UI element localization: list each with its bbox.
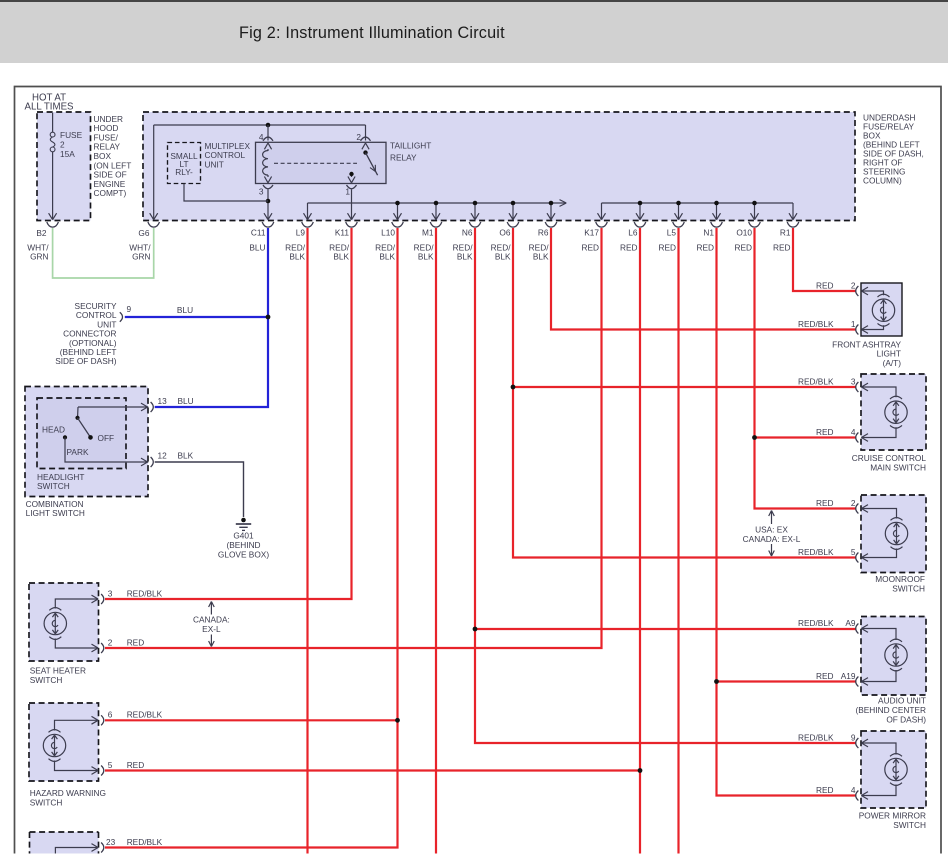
svg-text:SWITCH: SWITCH — [30, 797, 63, 807]
svg-text:RELAY: RELAY — [390, 152, 417, 162]
svg-text:4: 4 — [851, 785, 856, 795]
svg-text:RED/BLK: RED/BLK — [798, 618, 834, 628]
svg-text:GRN: GRN — [132, 252, 150, 262]
svg-text:RED: RED — [816, 671, 834, 681]
svg-text:BLK: BLK — [418, 252, 434, 262]
svg-text:3: 3 — [851, 376, 856, 386]
svg-text:CANADA: EX-L: CANADA: EX-L — [743, 534, 801, 544]
svg-text:MAIN SWITCH: MAIN SWITCH — [870, 462, 926, 472]
svg-text:3: 3 — [108, 588, 113, 598]
svg-text:BLU: BLU — [177, 305, 193, 315]
svg-text:LIGHT SWITCH: LIGHT SWITCH — [26, 508, 85, 518]
svg-text:HEAD: HEAD — [42, 425, 65, 435]
svg-text:2: 2 — [356, 132, 361, 142]
svg-text:RED: RED — [581, 242, 599, 252]
svg-text:O10: O10 — [736, 228, 752, 238]
svg-text:R6: R6 — [538, 228, 549, 238]
svg-text:RED: RED — [816, 785, 834, 795]
svg-text:RED/BLK: RED/BLK — [798, 547, 834, 557]
svg-text:PARK: PARK — [67, 447, 89, 457]
svg-text:L6: L6 — [628, 228, 638, 238]
svg-text:23: 23 — [106, 837, 116, 847]
svg-text:B2: B2 — [36, 228, 47, 238]
svg-text:13: 13 — [158, 396, 168, 406]
svg-text:BLK: BLK — [289, 252, 305, 262]
svg-text:9: 9 — [851, 732, 856, 742]
svg-text:EX-L: EX-L — [202, 624, 221, 634]
svg-text:BLK: BLK — [533, 252, 549, 262]
svg-text:BLU: BLU — [178, 396, 194, 406]
svg-text:K17: K17 — [584, 228, 599, 238]
svg-text:N1: N1 — [703, 228, 714, 238]
svg-text:RED/BLK: RED/BLK — [127, 710, 163, 720]
svg-text:3: 3 — [259, 186, 264, 196]
svg-text:RED: RED — [734, 242, 752, 252]
svg-text:RED/BLK: RED/BLK — [798, 732, 834, 742]
svg-text:C11: C11 — [251, 228, 266, 238]
svg-text:RED: RED — [816, 427, 834, 437]
svg-text:RED: RED — [773, 242, 791, 252]
svg-text:4: 4 — [259, 132, 264, 142]
svg-text:GRN: GRN — [30, 252, 48, 262]
svg-text:4: 4 — [851, 427, 856, 437]
svg-text:SIDE OF DASH): SIDE OF DASH) — [55, 356, 117, 366]
svg-text:RED: RED — [620, 242, 638, 252]
svg-text:1: 1 — [851, 319, 856, 329]
svg-text:RED/BLK: RED/BLK — [127, 837, 163, 847]
svg-text:BLK: BLK — [333, 252, 349, 262]
svg-text:SWITCH: SWITCH — [893, 820, 926, 830]
svg-text:RED/BLK: RED/BLK — [798, 376, 834, 386]
svg-text:TAILLIGHT: TAILLIGHT — [390, 141, 431, 151]
svg-text:15A: 15A — [60, 149, 75, 159]
svg-text:A19: A19 — [841, 671, 856, 681]
svg-text:OFF: OFF — [98, 433, 115, 443]
svg-text:6: 6 — [108, 710, 113, 720]
svg-text:SWITCH: SWITCH — [892, 583, 925, 593]
svg-text:2: 2 — [851, 280, 856, 290]
svg-text:RED: RED — [816, 280, 834, 290]
svg-text:RED/BLK: RED/BLK — [127, 588, 163, 598]
svg-text:L9: L9 — [296, 228, 306, 238]
svg-text:SWITCH: SWITCH — [30, 675, 63, 685]
svg-text:SEAT HEATER: SEAT HEATER — [30, 665, 86, 675]
svg-text:RED: RED — [696, 242, 714, 252]
svg-text:HAZARD WARNING: HAZARD WARNING — [30, 788, 106, 798]
svg-text:O6: O6 — [499, 228, 510, 238]
svg-text:RED: RED — [658, 242, 676, 252]
svg-text:R1: R1 — [780, 228, 791, 238]
svg-text:1: 1 — [345, 186, 350, 196]
svg-text:M1: M1 — [422, 228, 434, 238]
svg-text:RED: RED — [127, 760, 145, 770]
svg-text:BLK: BLK — [495, 252, 511, 262]
svg-text:BLK: BLK — [178, 451, 194, 461]
svg-text:5: 5 — [851, 547, 856, 557]
svg-text:A9: A9 — [845, 618, 856, 628]
svg-text:(A/T): (A/T) — [883, 358, 902, 368]
svg-text:OF DASH): OF DASH) — [886, 714, 926, 724]
svg-text:9: 9 — [127, 304, 132, 314]
svg-text:2: 2 — [108, 637, 113, 647]
svg-text:COLUMN): COLUMN) — [863, 176, 902, 186]
svg-text:L5: L5 — [667, 228, 677, 238]
svg-text:BLU: BLU — [249, 242, 265, 252]
svg-text:RLY-: RLY- — [175, 167, 193, 177]
svg-text:5: 5 — [108, 760, 113, 770]
svg-text:GLOVE BOX): GLOVE BOX) — [218, 549, 269, 559]
svg-text:L10: L10 — [381, 228, 395, 238]
svg-text:K11: K11 — [335, 228, 350, 238]
svg-text:2: 2 — [851, 498, 856, 508]
svg-text:BLK: BLK — [457, 252, 473, 262]
svg-text:RED: RED — [127, 637, 145, 647]
svg-text:SWITCH: SWITCH — [37, 481, 70, 491]
svg-text:COMPT): COMPT) — [94, 188, 127, 198]
svg-text:ALL TIMES: ALL TIMES — [25, 102, 75, 113]
svg-text:G6: G6 — [138, 228, 149, 238]
svg-text:12: 12 — [158, 451, 168, 461]
svg-text:RED: RED — [816, 498, 834, 508]
svg-text:UNIT: UNIT — [205, 159, 224, 169]
svg-text:N6: N6 — [462, 228, 473, 238]
svg-text:RED/BLK: RED/BLK — [798, 319, 834, 329]
svg-text:BLK: BLK — [379, 252, 395, 262]
